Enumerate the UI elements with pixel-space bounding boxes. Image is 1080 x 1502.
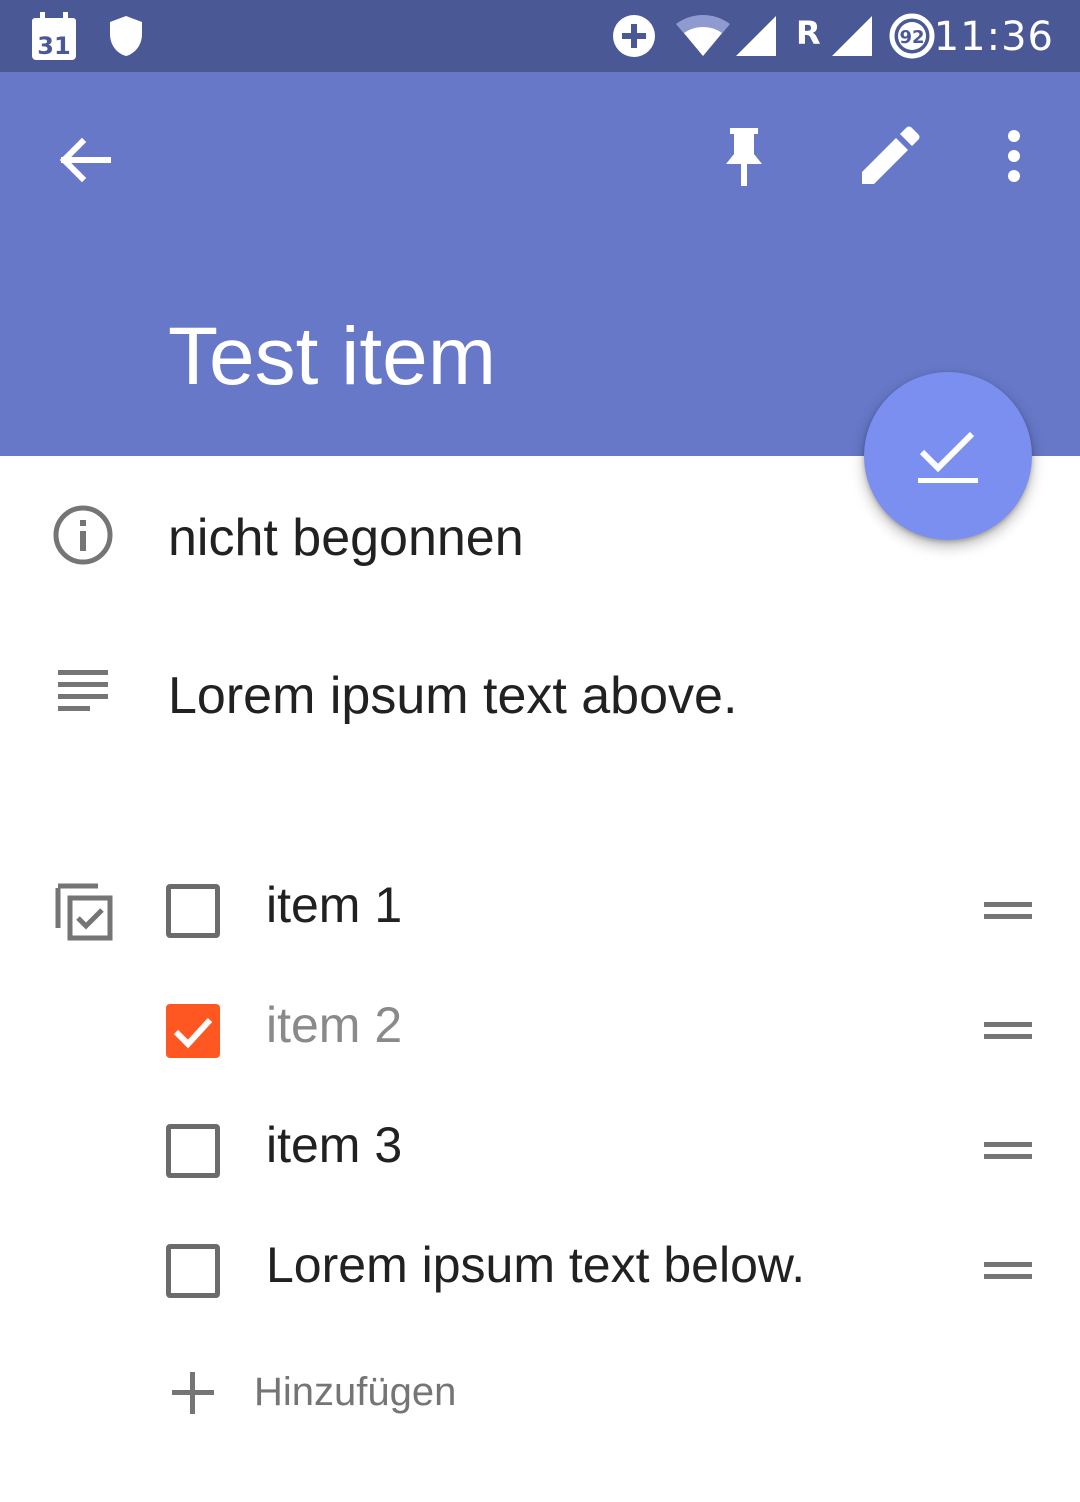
signal-icon-2 (830, 14, 874, 63)
data-saver-icon (612, 14, 656, 63)
checklist-item: Lorem ipsum text below. (0, 1212, 1080, 1332)
checklist-item-label[interactable]: Lorem ipsum text below. (266, 1236, 805, 1294)
roaming-indicator: R (796, 14, 821, 52)
done-icon (918, 431, 978, 483)
clock: 11:36 (933, 14, 1054, 60)
checklist-item: item 3 (0, 1092, 1080, 1212)
task-description[interactable]: Lorem ipsum text above. (168, 666, 737, 726)
calendar-icon: 31 (30, 12, 78, 67)
complete-task-button[interactable] (864, 372, 1032, 540)
add-item-label: Hinzufügen (254, 1370, 457, 1414)
page-title: Test item (168, 311, 497, 402)
drag-handle-icon[interactable] (984, 1142, 1032, 1162)
info-icon (52, 504, 114, 566)
checklist-item-label[interactable]: item 1 (266, 876, 402, 934)
status-bar: 31 R 92 11:36 (0, 0, 1080, 72)
add-checklist-item-button[interactable]: Hinzufügen (0, 1352, 1080, 1436)
signal-icon (734, 14, 778, 63)
pin-icon (726, 128, 762, 186)
drag-handle-icon[interactable] (984, 1262, 1032, 1282)
drag-handle-icon[interactable] (984, 902, 1032, 922)
task-status[interactable]: nicht begonnen (168, 508, 524, 568)
check-icon (173, 1017, 213, 1049)
checklist-checkbox-checked[interactable] (166, 1004, 220, 1058)
checklist-item: item 2 (0, 972, 1080, 1092)
checklist-checkbox[interactable] (166, 1124, 220, 1178)
more-vert-icon (1008, 130, 1020, 182)
edit-button[interactable] (852, 120, 924, 192)
battery-level: 92 (899, 27, 924, 48)
pin-button[interactable] (708, 120, 780, 192)
calendar-day: 31 (37, 32, 70, 60)
back-button[interactable] (48, 124, 120, 196)
checklist-checkbox[interactable] (166, 884, 220, 938)
battery-icon: 92 (888, 12, 936, 65)
plus-icon (170, 1370, 216, 1421)
edit-icon (862, 126, 920, 184)
drag-handle-icon[interactable] (984, 1022, 1032, 1042)
checklist-checkbox[interactable] (166, 1244, 220, 1298)
checklist-item-label[interactable]: item 2 (266, 996, 402, 1054)
more-options-button[interactable] (990, 124, 1038, 188)
notes-icon (58, 668, 110, 714)
checklist-item: item 1 (0, 852, 1080, 972)
wifi-icon (674, 14, 732, 63)
shield-icon (108, 14, 144, 63)
checklist-item-label[interactable]: item 3 (266, 1116, 402, 1174)
back-arrow-icon (59, 137, 111, 183)
